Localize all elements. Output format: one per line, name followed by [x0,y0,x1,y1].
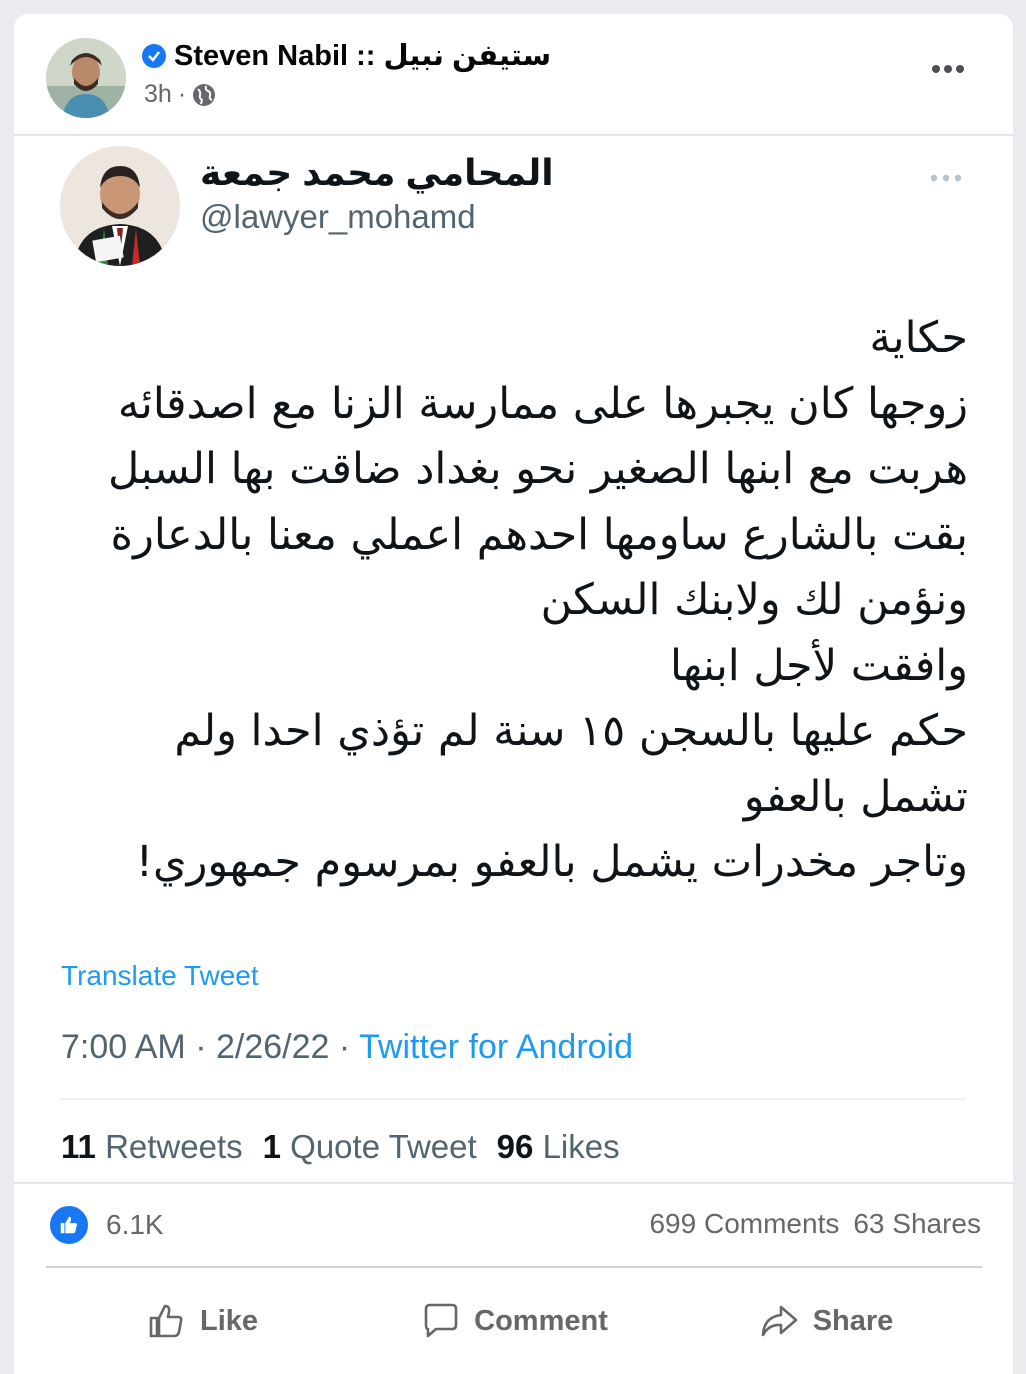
globe-icon [193,83,216,106]
retweets-stat: 11 Retweets [61,1128,243,1166]
share-label: Share [812,1304,894,1337]
tweet-line: هربت مع ابنها الصغير نحو بغداد ضاقت بها … [108,444,968,494]
share-icon [761,1305,797,1337]
reactions-summary[interactable]: 6.1K [48,1204,164,1246]
tweet-line: تشمل بالعفو [743,771,968,822]
post-meta: 3h · [144,80,216,109]
thumbs-up-icon [149,1304,183,1338]
retweets-label: Retweets [105,1128,243,1165]
tweet-author-avatar [60,146,180,266]
tweet-divider [60,1098,966,1100]
tweet-line: وتاجر مخدرات يشمل بالعفو بمرسوم جمهوري! [135,837,968,887]
content-divider [14,1182,1013,1184]
comment-icon [424,1303,458,1338]
tweet-line: حكاية [869,313,968,363]
comment-button[interactable]: Comment [358,1268,670,1374]
tweet-screenshot: المحامي محمد جمعة @lawyer_mohamd حكاية ز… [14,136,1013,1181]
author-name[interactable]: Steven Nabil :: ستيفن نبيل [174,38,551,73]
quotes-label: Quote Tweet [290,1128,477,1165]
quotes-stat: 1 Quote Tweet [263,1128,477,1166]
more-options-icon[interactable] [931,64,965,74]
tweet-line: وافقت لأجل ابنها [669,640,968,691]
translate-tweet-link: Translate Tweet [61,960,259,991]
tweet-source: Twitter for Android [359,1028,634,1066]
retweets-count: 11 [61,1128,96,1165]
likes-count: 96 [496,1128,534,1165]
tweet-line: زوجها كان يجبرها على ممارسة الزنا مع اصد… [117,378,968,429]
like-reaction-icon [48,1204,90,1246]
quotes-count: 1 [262,1128,281,1165]
facebook-post-card: Steven Nabil :: ستيفن نبيل 3h · المحامي … [14,14,1013,1374]
tweet-line: ونؤمن لك ولابنك السكن [540,575,968,625]
likes-stat: 96 Likes [497,1128,620,1166]
tweet-timestamp: 7:00 AM · 2/26/22 · Twitter for Android [61,1028,633,1067]
tweet-time: 7:00 AM · 2/26/22 · [61,1028,359,1066]
tweet-author-name: المحامي محمد جمعة [200,152,554,193]
tweet-stats: 11 Retweets 1 Quote Tweet 96 Likes [61,1128,620,1166]
meta-separator: · [177,80,187,108]
share-button[interactable]: Share [670,1268,982,1374]
tweet-line: بقت بالشارع ساومها احدهم اعملي معنا بالد… [110,509,968,560]
like-label: Like [199,1304,259,1337]
comments-count[interactable]: 699 Comments [649,1208,839,1240]
verified-badge-icon [142,43,166,68]
author-line: Steven Nabil :: ستيفن نبيل [142,38,551,73]
post-time[interactable]: 3h [144,80,172,109]
reaction-count: 6.1K [106,1209,164,1240]
tweet-line: حكم عليها بالسجن ١٥ سنة لم تؤذي احدا ولم [174,706,968,756]
likes-label: Likes [542,1128,620,1165]
shares-count[interactable]: 63 Shares [853,1208,981,1240]
post-header: Steven Nabil :: ستيفن نبيل 3h · [14,14,1013,134]
action-bar: Like Comment Share [46,1268,982,1374]
engagement-counts: 699 Comments 63 Shares [649,1208,981,1240]
tweet-text: حكاية زوجها كان يجبرها على ممارسة الزنا … [64,306,968,896]
comment-label: Comment [474,1304,608,1337]
like-button[interactable]: Like [46,1268,358,1374]
tweet-author-handle: @lawyer_mohamd [200,198,476,235]
author-avatar[interactable] [46,38,126,118]
tweet-more-icon [930,174,962,182]
